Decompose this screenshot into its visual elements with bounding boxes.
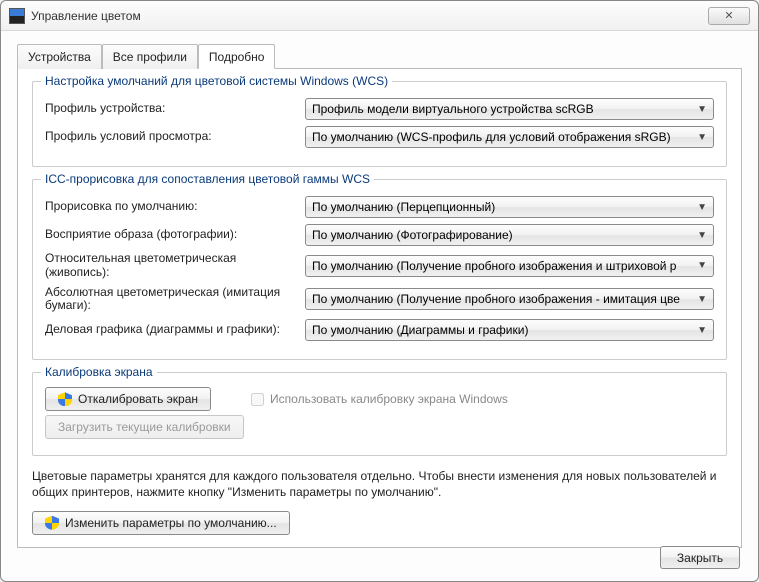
app-icon xyxy=(9,8,25,24)
relcol-value: По умолчанию (Получение пробного изображ… xyxy=(312,259,691,273)
viewing-profile-value: По умолчанию (WCS-профиль для условий от… xyxy=(312,130,691,144)
load-current-calibrations-button: Загрузить текущие калибровки xyxy=(45,415,244,439)
chevron-down-icon: ▼ xyxy=(691,202,707,213)
close-button-label: Закрыть xyxy=(677,551,723,565)
business-label: Деловая графика (диаграммы и графики): xyxy=(45,323,295,337)
abscol-label: Абсолютная цветометрическая (имитация бу… xyxy=(45,286,295,314)
info-text: Цветовые параметры хранятся для каждого … xyxy=(32,468,727,500)
device-profile-label: Профиль устройства: xyxy=(45,102,295,116)
relcol-label: Относительная цветометрическая (живопись… xyxy=(45,252,295,280)
chevron-down-icon: ▼ xyxy=(691,230,707,241)
calibration-group: Калибровка экрана Откалибровать экран Ис… xyxy=(32,372,727,456)
use-windows-calibration-input[interactable] xyxy=(251,393,264,406)
relcol-dropdown[interactable]: По умолчанию (Получение пробного изображ… xyxy=(305,255,714,277)
dialog-buttons: Закрыть xyxy=(660,546,740,569)
use-windows-calibration-checkbox[interactable]: Использовать калибровку экрана Windows xyxy=(251,392,508,406)
chevron-down-icon: ▼ xyxy=(691,104,707,115)
icc-rendering-legend: ICC-прорисовка для сопоставления цветово… xyxy=(41,172,374,186)
viewing-profile-label: Профиль условий просмотра: xyxy=(45,130,295,144)
device-profile-dropdown[interactable]: Профиль модели виртуального устройства s… xyxy=(305,98,714,120)
calibration-legend: Калибровка экрана xyxy=(41,365,157,379)
titlebar: Управление цветом ✕ xyxy=(1,1,758,31)
abscol-value: По умолчанию (Получение пробного изображ… xyxy=(312,292,691,306)
perceptual-value: По умолчанию (Фотографирование) xyxy=(312,228,691,242)
shield-icon xyxy=(58,392,72,406)
color-management-window: Управление цветом ✕ Устройства Все профи… xyxy=(0,0,759,582)
wcs-defaults-group: Настройка умолчаний для цветовой системы… xyxy=(32,81,727,167)
perceptual-dropdown[interactable]: По умолчанию (Фотографирование) ▼ xyxy=(305,224,714,246)
viewing-profile-dropdown[interactable]: По умолчанию (WCS-профиль для условий от… xyxy=(305,126,714,148)
calibrate-display-label: Откалибровать экран xyxy=(78,392,198,406)
abscol-dropdown[interactable]: По умолчанию (Получение пробного изображ… xyxy=(305,288,714,310)
default-intent-label: Прорисовка по умолчанию: xyxy=(45,200,295,214)
tab-advanced[interactable]: Подробно xyxy=(198,44,276,69)
load-current-calibrations-label: Загрузить текущие калибровки xyxy=(58,420,231,434)
content-area: Устройства Все профили Подробно Настройк… xyxy=(1,31,758,558)
change-defaults-label: Изменить параметры по умолчанию... xyxy=(65,516,277,530)
chevron-down-icon: ▼ xyxy=(691,132,707,143)
tab-devices[interactable]: Устройства xyxy=(17,44,102,69)
business-dropdown[interactable]: По умолчанию (Диаграммы и графики) ▼ xyxy=(305,319,714,341)
chevron-down-icon: ▼ xyxy=(691,294,707,305)
close-button[interactable]: Закрыть xyxy=(660,546,740,569)
advanced-panel: Настройка умолчаний для цветовой системы… xyxy=(17,69,742,548)
tab-all-profiles[interactable]: Все профили xyxy=(102,44,198,69)
default-intent-value: По умолчанию (Перцепционный) xyxy=(312,200,691,214)
close-window-button[interactable]: ✕ xyxy=(708,7,750,25)
window-title: Управление цветом xyxy=(31,9,708,23)
shield-icon xyxy=(45,516,59,530)
change-defaults-button[interactable]: Изменить параметры по умолчанию... xyxy=(32,511,290,535)
calibrate-display-button[interactable]: Откалибровать экран xyxy=(45,387,211,411)
use-windows-calibration-label: Использовать калибровку экрана Windows xyxy=(270,392,508,406)
wcs-defaults-legend: Настройка умолчаний для цветовой системы… xyxy=(41,74,392,88)
perceptual-label: Восприятие образа (фотографии): xyxy=(45,228,295,242)
device-profile-value: Профиль модели виртуального устройства s… xyxy=(312,102,691,116)
business-value: По умолчанию (Диаграммы и графики) xyxy=(312,323,691,337)
chevron-down-icon: ▼ xyxy=(691,260,707,271)
tab-strip: Устройства Все профили Подробно xyxy=(17,43,742,69)
icc-rendering-group: ICC-прорисовка для сопоставления цветово… xyxy=(32,179,727,360)
default-intent-dropdown[interactable]: По умолчанию (Перцепционный) ▼ xyxy=(305,196,714,218)
chevron-down-icon: ▼ xyxy=(691,325,707,336)
